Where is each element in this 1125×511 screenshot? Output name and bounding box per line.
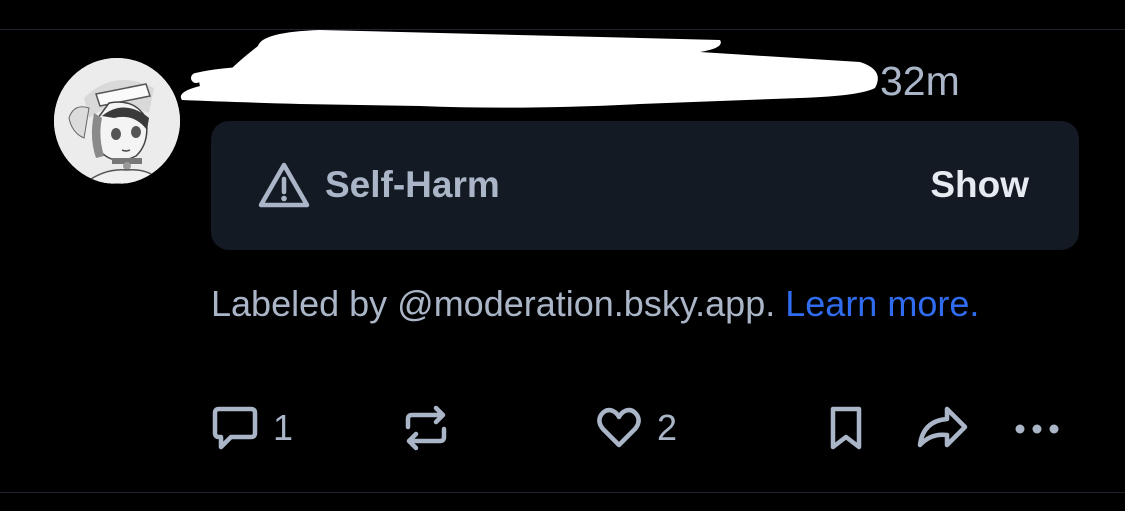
more-options-button[interactable] [1013, 400, 1063, 456]
bookmark-button[interactable] [826, 400, 866, 456]
like-button[interactable]: 2 [595, 400, 677, 456]
repost-button[interactable] [402, 400, 450, 456]
repost-icon [405, 405, 447, 451]
reply-count: 1 [273, 407, 294, 448]
reply-icon [212, 406, 258, 450]
share-icon [917, 406, 968, 448]
reply-button[interactable]: 1 [211, 400, 293, 456]
more-icon [1015, 424, 1059, 434]
content-warning-label: Self-Harm [325, 164, 500, 205]
post-timestamp: 32m [880, 58, 960, 104]
heart-icon [597, 407, 641, 448]
post-action-bar: 1 2 [0, 400, 1125, 456]
like-count: 2 [657, 407, 678, 448]
learn-more-link[interactable]: Learn more. [785, 283, 979, 324]
show-content-button[interactable]: Show [930, 162, 1029, 208]
bookmark-icon [830, 406, 862, 450]
content-warning-card[interactable]: Self-Harm Show [211, 121, 1079, 250]
bottom-divider [0, 492, 1125, 493]
warning-triangle-icon [258, 162, 310, 208]
label-notice-text: Labeled by @moderation.bsky.app. [211, 283, 776, 324]
moderation-label-notice: Labeled by @moderation.bsky.app. Learn m… [211, 278, 1061, 329]
share-button[interactable] [915, 400, 969, 456]
